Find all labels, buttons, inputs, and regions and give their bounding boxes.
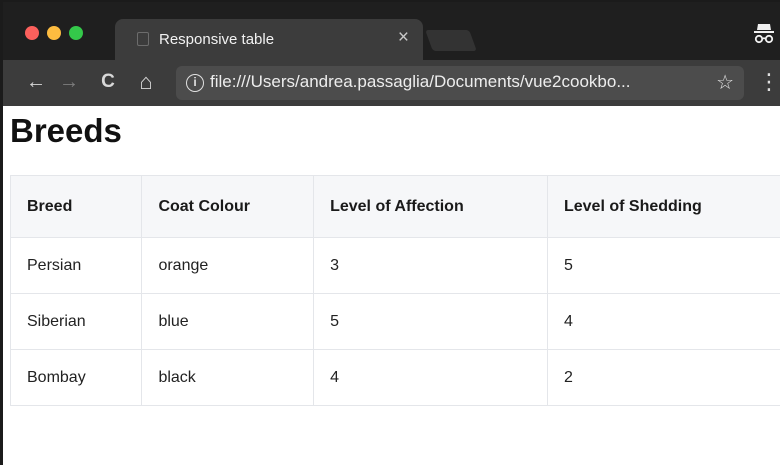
table-header-row: Breed Coat Colour Level of Affection Lev… — [9, 175, 780, 238]
cell-coat-colour: blue — [141, 293, 315, 350]
table-row: Persian orange 3 5 — [9, 237, 780, 294]
cell-level-of-affection: 5 — [313, 293, 548, 350]
cell-level-of-shedding: 2 — [546, 349, 780, 406]
column-header-coat-colour: Coat Colour — [141, 175, 315, 238]
forward-arrow-icon[interactable]: → — [56, 69, 82, 95]
new-tab-button[interactable] — [425, 30, 477, 51]
column-header-level-of-shedding: Level of Shedding — [546, 175, 780, 238]
tab-strip: Responsive table × — [3, 2, 780, 60]
tab-responsive-table[interactable]: Responsive table × — [115, 19, 423, 60]
page-title: Breeds — [10, 112, 122, 149]
home-icon[interactable]: ⌂ — [133, 69, 159, 95]
window-controls — [25, 26, 83, 40]
back-arrow-icon[interactable]: ← — [23, 69, 49, 95]
document-icon — [137, 32, 149, 46]
cell-level-of-shedding: 5 — [546, 237, 780, 294]
incognito-icon — [754, 24, 774, 44]
info-icon[interactable]: i — [186, 74, 204, 92]
reload-icon[interactable]: C — [95, 69, 121, 95]
address-bar[interactable]: i file:///Users/andrea.passaglia/Documen… — [176, 66, 744, 100]
tab-close-icon[interactable]: × — [398, 28, 409, 48]
cell-breed: Persian — [9, 237, 143, 294]
minimize-window-button[interactable] — [47, 26, 61, 40]
star-icon[interactable]: ☆ — [716, 70, 734, 95]
cell-level-of-affection: 4 — [313, 349, 548, 406]
browser-window: Responsive table × ← → C ⌂ i file:///Use… — [0, 0, 780, 465]
tab-title: Responsive table — [159, 31, 275, 48]
cell-coat-colour: black — [141, 349, 315, 406]
column-header-level-of-affection: Level of Affection — [313, 175, 548, 238]
maximize-window-button[interactable] — [69, 26, 83, 40]
table-row: Siberian blue 5 4 — [9, 293, 780, 350]
browser-toolbar: ← → C ⌂ i file:///Users/andrea.passaglia… — [3, 60, 780, 106]
kebab-menu-icon[interactable]: ⋮ — [758, 69, 780, 97]
breeds-table: Breed Coat Colour Level of Affection Lev… — [9, 175, 780, 406]
column-header-breed: Breed — [9, 175, 143, 238]
cell-level-of-shedding: 4 — [546, 293, 780, 350]
cell-breed: Bombay — [9, 349, 143, 406]
close-window-button[interactable] — [25, 26, 39, 40]
cell-level-of-affection: 3 — [313, 237, 548, 294]
cell-coat-colour: orange — [141, 237, 315, 294]
cell-breed: Siberian — [9, 293, 143, 350]
page-content: Breeds Breed Coat Colour Level of Affect… — [3, 106, 780, 465]
url-text[interactable]: file:///Users/andrea.passaglia/Documents… — [210, 72, 631, 92]
table-row: Bombay black 4 2 — [9, 349, 780, 406]
